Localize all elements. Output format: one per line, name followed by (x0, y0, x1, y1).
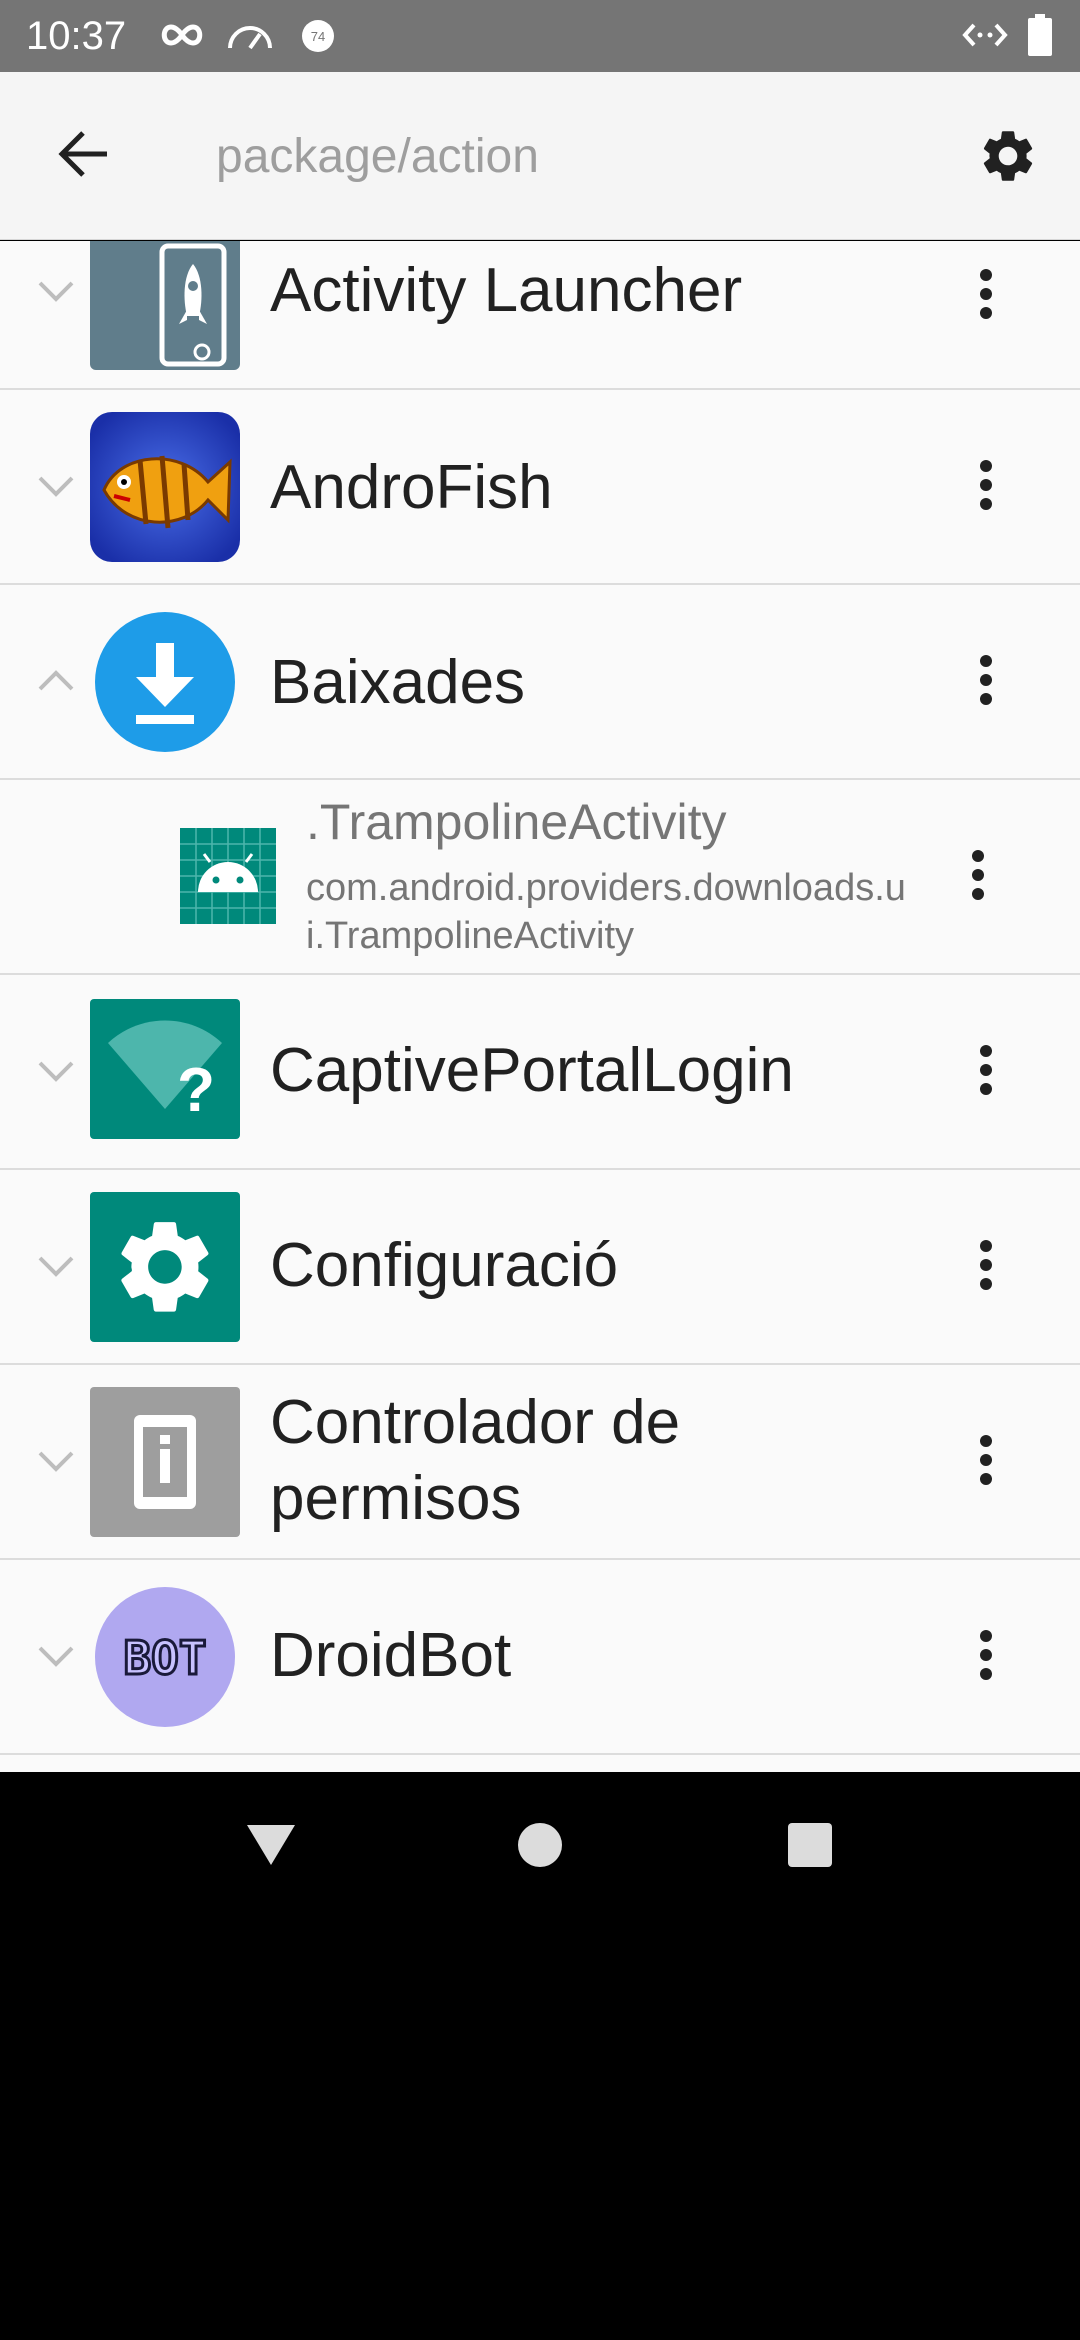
more-vert-icon (979, 1434, 993, 1491)
chevron-down-icon[interactable] (30, 1630, 82, 1682)
more-vert-icon (979, 459, 993, 516)
app-label: Controlador de permisos (270, 1388, 681, 1533)
list-item[interactable] (0, 1755, 1080, 1772)
square-recents-icon (787, 1822, 833, 1873)
bot-icon: BOT (90, 1582, 240, 1732)
circle-home-icon (517, 1822, 563, 1873)
app-label: DroidBot (270, 1621, 512, 1690)
download-icon (90, 607, 240, 757)
fish-icon (90, 412, 240, 562)
app-label: AndroFish (270, 453, 553, 522)
more-vert-icon (979, 1629, 993, 1686)
wifi-question-icon: ? (90, 999, 240, 1139)
more-vert-icon (979, 1239, 993, 1296)
more-options-button[interactable] (960, 637, 1012, 727)
chevron-up-icon[interactable] (30, 655, 82, 707)
list-item-androfish[interactable]: AndroFish (0, 390, 1080, 585)
list-item-configuracio[interactable]: Configuració (0, 1170, 1080, 1365)
arrow-left-icon (57, 127, 111, 186)
activity-item-trampoline[interactable]: .TrampolineActivity com.android.provider… (0, 780, 1080, 975)
activity-package: com.android.providers.downloads.ui.Tramp… (306, 867, 906, 957)
more-options-button[interactable] (960, 251, 1012, 341)
code-arrows-icon (962, 20, 1008, 55)
settings-button[interactable] (964, 114, 1052, 202)
gear-icon (977, 125, 1039, 192)
more-options-button[interactable] (952, 832, 1004, 922)
nav-recents-button[interactable] (765, 1802, 855, 1892)
chevron-down-icon[interactable] (30, 265, 82, 317)
status-time: 10:37 (26, 14, 127, 58)
more-vert-icon (971, 849, 985, 906)
chevron-down-icon[interactable] (30, 1045, 82, 1097)
list-item-baixades[interactable]: Baixades (0, 585, 1080, 780)
chevron-down-icon[interactable] (30, 1240, 82, 1292)
rocket-launcher-icon (90, 241, 240, 370)
more-vert-icon (979, 654, 993, 711)
activity-title: .TrampolineActivity (306, 794, 727, 850)
back-button[interactable] (40, 112, 128, 200)
more-vert-icon (979, 268, 993, 325)
more-options-button[interactable] (960, 1027, 1012, 1117)
more-options-button[interactable] (960, 442, 1012, 532)
speedometer-icon (226, 18, 274, 57)
app-label: Baixades (270, 648, 526, 717)
battery-icon (1028, 14, 1052, 61)
navigation-bar (0, 1772, 1080, 1922)
nav-home-button[interactable] (495, 1802, 585, 1892)
app-label: Configuració (270, 1231, 619, 1300)
more-options-button[interactable] (960, 1417, 1012, 1507)
infinity-icon (160, 20, 204, 55)
more-vert-icon (979, 1044, 993, 1101)
app-list[interactable]: Activity Launcher AndroFish Baixades .Tr… (0, 241, 1080, 1772)
android-icon (180, 828, 276, 924)
chevron-down-icon[interactable] (30, 1435, 82, 1487)
status-bar: 10:37 74 (0, 0, 1080, 72)
badge-number: 74 (311, 29, 325, 44)
notification-74-icon: 74 (300, 18, 336, 59)
more-options-button[interactable] (960, 1222, 1012, 1312)
list-item-droidbot[interactable]: BOT DroidBot (0, 1560, 1080, 1755)
svg-text:?: ? (177, 1056, 215, 1125)
more-options-button[interactable] (960, 1612, 1012, 1702)
app-bar (0, 72, 1080, 240)
list-item-captiveportallogin[interactable]: ? CaptivePortalLogin (0, 975, 1080, 1170)
phone-info-icon (90, 1387, 240, 1537)
list-item-activity-launcher[interactable]: Activity Launcher (0, 241, 1080, 390)
bot-icon-text: BOT (123, 1631, 206, 1685)
nav-back-button[interactable] (226, 1802, 316, 1892)
app-label: Activity Launcher (270, 256, 743, 325)
search-input[interactable] (216, 120, 936, 192)
settings-gear-icon (90, 1192, 240, 1342)
app-label: CaptivePortalLogin (270, 1036, 794, 1105)
list-item-controlador-de-permisos[interactable]: Controlador de permisos (0, 1365, 1080, 1560)
chevron-down-icon[interactable] (30, 460, 82, 512)
triangle-back-icon (245, 1823, 297, 1872)
